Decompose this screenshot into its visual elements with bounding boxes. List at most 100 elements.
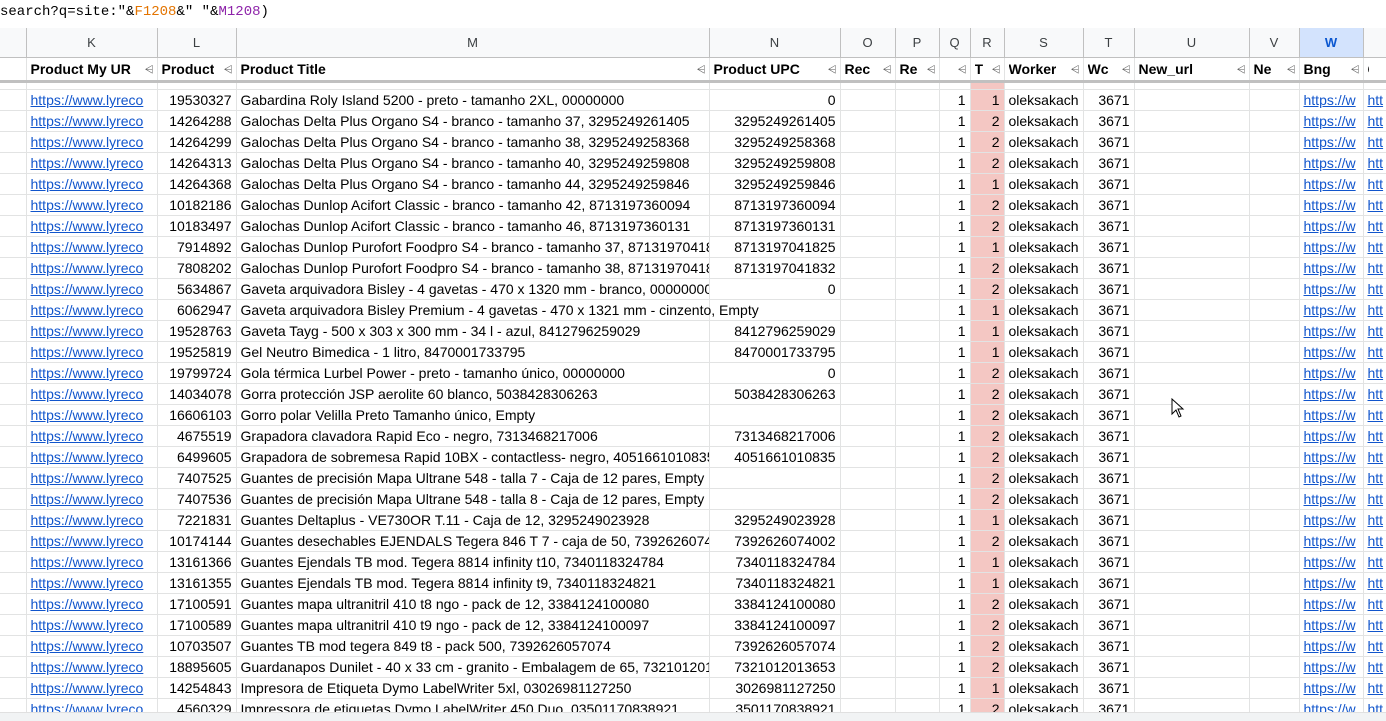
re-cell[interactable]: [895, 131, 940, 153]
new-url-cell[interactable]: [1134, 551, 1250, 573]
column-header[interactable]: Ne ⩤: [1249, 57, 1300, 83]
wc-cell[interactable]: 3671: [1083, 257, 1135, 279]
rec-cell[interactable]: [840, 131, 896, 153]
product-url-cell[interactable]: https://www.lyreco: [26, 509, 158, 531]
row-edge-cell[interactable]: [0, 131, 27, 153]
re-cell[interactable]: [895, 467, 940, 489]
re-cell[interactable]: [895, 635, 940, 657]
new-url-cell[interactable]: [1134, 362, 1250, 384]
ne-cell[interactable]: [1249, 110, 1300, 132]
t-cell[interactable]: 1: [970, 299, 1005, 321]
q-cell[interactable]: 1: [939, 530, 971, 552]
rec-cell[interactable]: [840, 677, 896, 699]
q-cell[interactable]: 1: [939, 635, 971, 657]
product-upc-cell[interactable]: 8470001733795: [709, 341, 841, 363]
wc-cell[interactable]: 3671: [1083, 404, 1135, 426]
q-cell[interactable]: 1: [939, 278, 971, 300]
cell[interactable]: [0, 81, 27, 90]
product-upc-cell[interactable]: [709, 404, 841, 426]
new-url-cell[interactable]: [1134, 194, 1250, 216]
new-url-cell[interactable]: [1134, 614, 1250, 636]
column-header[interactable]: Product UPC ⩤: [709, 57, 841, 83]
bng-link-cell[interactable]: https://w: [1299, 530, 1364, 552]
rec-cell[interactable]: [840, 278, 896, 300]
t-cell[interactable]: 1: [970, 677, 1005, 699]
product-title-cell[interactable]: Gabardina Roly Island 5200 - preto - tam…: [236, 89, 710, 111]
product-url-cell[interactable]: https://www.lyreco: [26, 110, 158, 132]
ne-cell[interactable]: [1249, 89, 1300, 111]
product-title-cell[interactable]: Guantes Ejendals TB mod. Tegera 8814 inf…: [236, 572, 710, 594]
ggl-link-cell[interactable]: htt: [1363, 110, 1386, 132]
row-edge-cell[interactable]: [0, 89, 27, 111]
rec-cell[interactable]: [840, 383, 896, 405]
cell[interactable]: [840, 81, 896, 90]
product-id-cell[interactable]: 18895605: [157, 656, 237, 678]
rec-cell[interactable]: [840, 488, 896, 510]
new-url-cell[interactable]: [1134, 215, 1250, 237]
rec-cell[interactable]: [840, 236, 896, 258]
ne-cell[interactable]: [1249, 530, 1300, 552]
re-cell[interactable]: [895, 173, 940, 195]
worker-cell[interactable]: oleksakach: [1004, 320, 1084, 342]
rec-cell[interactable]: [840, 173, 896, 195]
product-title-cell[interactable]: Gaveta arquivadora Bisley Premium - 4 ga…: [236, 299, 759, 321]
product-upc-cell[interactable]: 3026981127250: [709, 677, 841, 699]
wc-cell[interactable]: 3671: [1083, 152, 1135, 174]
product-upc-cell[interactable]: 0: [709, 278, 841, 300]
column-letter[interactable]: K: [26, 28, 158, 58]
ggl-link-cell[interactable]: htt: [1363, 467, 1386, 489]
t-cell[interactable]: 2: [970, 194, 1005, 216]
re-cell[interactable]: [895, 404, 940, 426]
worker-cell[interactable]: oleksakach: [1004, 131, 1084, 153]
row-edge-cell[interactable]: [0, 110, 27, 132]
column-letter[interactable]: N: [709, 28, 841, 58]
new-url-cell[interactable]: [1134, 383, 1250, 405]
bng-link-cell[interactable]: https://w: [1299, 467, 1364, 489]
new-url-cell[interactable]: [1134, 446, 1250, 468]
cell[interactable]: [895, 81, 940, 90]
row-edge-cell[interactable]: [0, 509, 27, 531]
re-cell[interactable]: [895, 341, 940, 363]
column-letter[interactable]: T: [1083, 28, 1135, 58]
bng-link-cell[interactable]: https://w: [1299, 509, 1364, 531]
product-title-cell[interactable]: Grapadora de sobremesa Rapid 10BX - cont…: [236, 446, 710, 468]
rec-cell[interactable]: [840, 110, 896, 132]
new-url-cell[interactable]: [1134, 257, 1250, 279]
product-id-cell[interactable]: 7914892: [157, 236, 237, 258]
bng-link-cell[interactable]: https://w: [1299, 551, 1364, 573]
bng-link-cell[interactable]: https://w: [1299, 635, 1364, 657]
bng-link-cell[interactable]: https://w: [1299, 110, 1364, 132]
ggl-link-cell[interactable]: htt: [1363, 320, 1386, 342]
column-header[interactable]: Product ⩤: [157, 57, 237, 83]
column-letter[interactable]: S: [1004, 28, 1084, 58]
ggl-link-cell[interactable]: htt: [1363, 635, 1386, 657]
re-cell[interactable]: [895, 152, 940, 174]
row-edge-cell[interactable]: [0, 614, 27, 636]
product-url-cell[interactable]: https://www.lyreco: [26, 278, 158, 300]
bng-link-cell[interactable]: https://w: [1299, 257, 1364, 279]
product-url-cell[interactable]: https://www.lyreco: [26, 404, 158, 426]
worker-cell[interactable]: oleksakach: [1004, 257, 1084, 279]
worker-cell[interactable]: oleksakach: [1004, 173, 1084, 195]
column-letter[interactable]: [0, 28, 27, 58]
worker-cell[interactable]: oleksakach: [1004, 278, 1084, 300]
cell[interactable]: [970, 81, 1005, 90]
re-cell[interactable]: [895, 488, 940, 510]
q-cell[interactable]: 1: [939, 215, 971, 237]
row-edge-cell[interactable]: [0, 530, 27, 552]
product-url-cell[interactable]: https://www.lyreco: [26, 362, 158, 384]
column-header[interactable]: Product Title ⩤: [236, 57, 710, 83]
row-edge-cell[interactable]: [0, 425, 27, 447]
product-id-cell[interactable]: 7407525: [157, 467, 237, 489]
re-cell[interactable]: [895, 614, 940, 636]
cell[interactable]: [236, 81, 710, 90]
product-id-cell[interactable]: 14264313: [157, 152, 237, 174]
filter-icon[interactable]: ⩤: [1071, 60, 1080, 79]
wc-cell[interactable]: 3671: [1083, 320, 1135, 342]
product-upc-cell[interactable]: 5038428306263: [709, 383, 841, 405]
column-letter[interactable]: R: [970, 28, 1005, 58]
bng-link-cell[interactable]: https://w: [1299, 236, 1364, 258]
product-url-cell[interactable]: https://www.lyreco: [26, 89, 158, 111]
worker-cell[interactable]: oleksakach: [1004, 383, 1084, 405]
rec-cell[interactable]: [840, 320, 896, 342]
